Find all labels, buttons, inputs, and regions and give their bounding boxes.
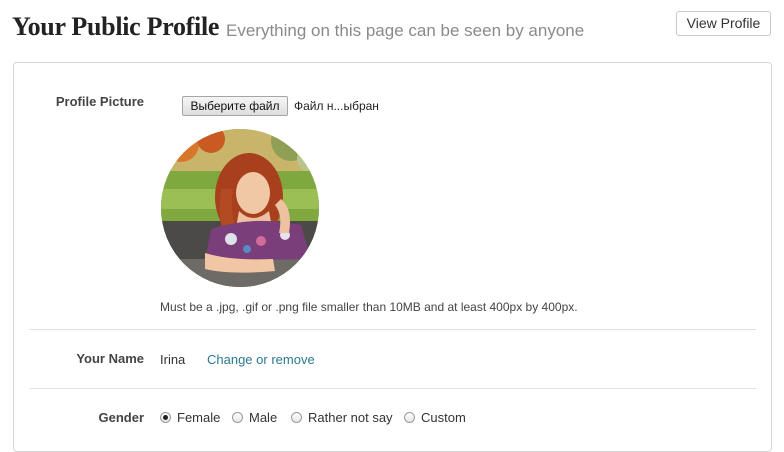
gender-option-custom[interactable]: Custom bbox=[404, 409, 466, 425]
section-divider bbox=[29, 388, 756, 389]
page-header: Your Public Profile Everything on this p… bbox=[0, 0, 784, 60]
file-status-text: Файл н...ыбран bbox=[294, 99, 379, 113]
page-subtitle: Everything on this page can be seen by a… bbox=[226, 21, 585, 40]
file-requirements-hint: Must be a .jpg, .gif or .png file smalle… bbox=[160, 300, 578, 314]
gender-option-female[interactable]: Female bbox=[160, 409, 220, 425]
choose-file-button[interactable]: Выберите файл bbox=[182, 96, 288, 116]
profile-form-panel bbox=[13, 62, 772, 452]
view-profile-button[interactable]: View Profile bbox=[676, 11, 771, 36]
your-name-label: Your Name bbox=[76, 351, 144, 366]
section-divider bbox=[29, 329, 756, 330]
name-value: Irina bbox=[160, 352, 186, 367]
gender-option-rather-not-say[interactable]: Rather not say bbox=[291, 409, 393, 425]
radio-rather-not-say[interactable] bbox=[291, 411, 302, 423]
gender-option-label: Custom bbox=[421, 409, 466, 425]
gender-option-label: Female bbox=[177, 409, 221, 425]
radio-female[interactable] bbox=[160, 411, 171, 423]
gender-option-label: Male bbox=[249, 409, 278, 425]
gender-option-label: Rather not say bbox=[308, 409, 393, 425]
gender-option-male[interactable]: Male bbox=[232, 409, 277, 425]
profile-picture-label: Profile Picture bbox=[55, 94, 144, 109]
profile-photo-icon bbox=[161, 129, 319, 287]
page-title: Your Public Profile bbox=[12, 12, 220, 41]
radio-male[interactable] bbox=[232, 411, 243, 423]
change-name-link[interactable]: Change or remove bbox=[207, 352, 315, 367]
avatar bbox=[161, 129, 319, 287]
radio-custom[interactable] bbox=[404, 411, 415, 423]
gender-label: Gender bbox=[98, 410, 144, 425]
